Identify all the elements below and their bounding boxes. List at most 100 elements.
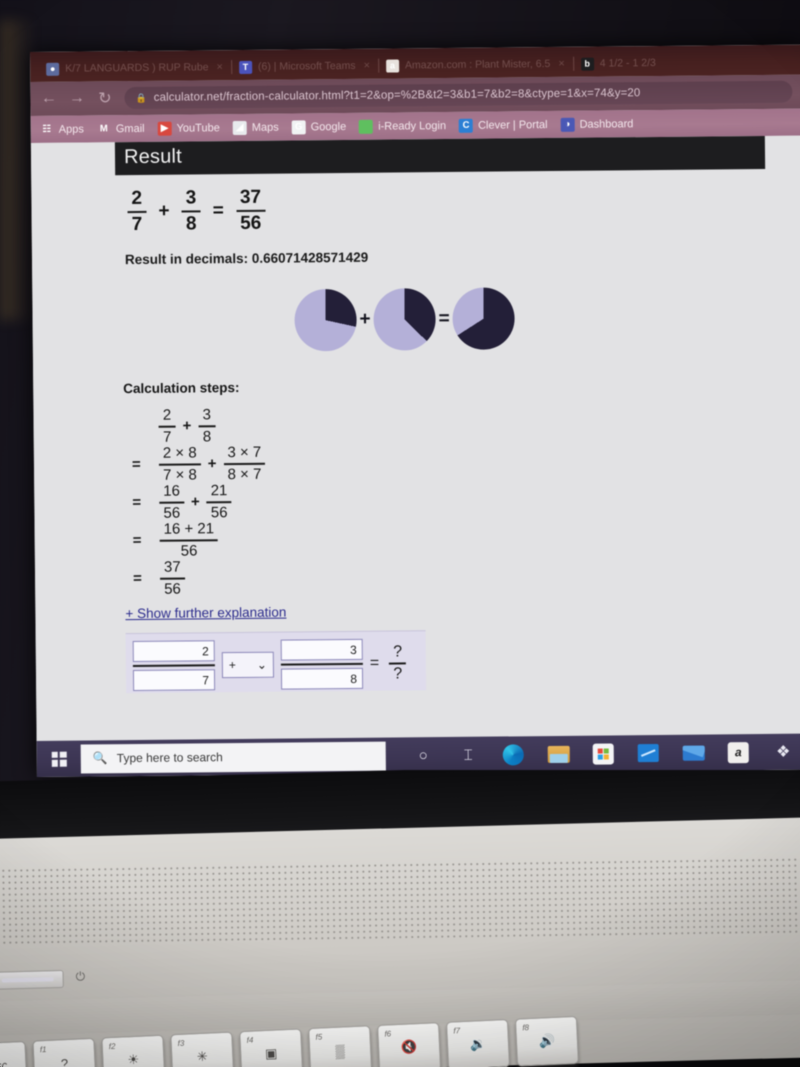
fn-label: f7 (453, 1026, 461, 1036)
search-icon: 🔍 (92, 751, 108, 766)
decimal-label: Result in decimals: (124, 250, 249, 267)
f5-key[interactable]: f5 ▒ (308, 1025, 373, 1067)
teams-icon: T (238, 60, 253, 74)
microsoft-store-icon[interactable] (592, 742, 615, 765)
fn-label: f4 (246, 1035, 254, 1045)
denominator: 7 (162, 428, 172, 446)
fraction-b: 3 8 (181, 187, 201, 235)
step-operator: + (190, 493, 200, 511)
task-view-icon[interactable]: ⌶ (457, 743, 480, 766)
close-icon[interactable]: × (364, 60, 371, 72)
fraction-bar (159, 501, 185, 504)
browser-tab[interactable]: b 4 1/2 - 1 2/3 (573, 50, 664, 77)
power-icon: ⏻ (75, 969, 86, 984)
bookmark-label: Apps (58, 122, 84, 136)
f3-key[interactable]: f3 ✳ (170, 1031, 235, 1067)
bing-icon: b (580, 57, 594, 71)
fraction-calculator-form: + ⌄ = ? ? (125, 630, 427, 693)
fraction-bar (206, 500, 232, 504)
numerator: 2 × 8 (162, 444, 197, 462)
bookmark-apps[interactable]: ☷ Apps (40, 122, 84, 136)
browser-tab[interactable]: ● K/7 LANGUARDS ) RUP Rube × (38, 54, 231, 82)
bookmark-iready[interactable]: i-Ready Login (359, 119, 446, 134)
denominator: 56 (180, 542, 198, 560)
fn-label: f1 (39, 1044, 47, 1055)
bookmark-dashboard[interactable]: ◑ Dashboard (560, 117, 633, 132)
step-lead: = (132, 570, 142, 588)
numerator: 37 (163, 558, 181, 576)
lock-icon: 🔒 (135, 92, 147, 103)
reload-button[interactable]: ↻ (96, 88, 113, 108)
operator-select[interactable]: + ⌄ (221, 652, 275, 679)
bookmark-clever[interactable]: C Clever | Portal (458, 118, 548, 133)
mail-icon[interactable] (682, 741, 705, 764)
step-row: = 2 × 8 7 × 8 + 3 × 7 8 × 7 (132, 440, 784, 484)
close-icon[interactable]: × (558, 58, 565, 70)
bookmark-youtube[interactable]: ▶ YouTube (157, 121, 220, 136)
denominator-1-input[interactable] (132, 669, 216, 692)
fraction-result: 37 56 (236, 187, 266, 234)
close-icon[interactable]: × (216, 61, 223, 73)
google-icon: G (291, 119, 306, 134)
cortana-icon[interactable]: ○ (412, 744, 435, 767)
denominator: 56 (240, 212, 262, 234)
browser-tab[interactable]: T (6) | Microsoft Teams × (231, 53, 378, 80)
bookmark-label: Maps (251, 121, 279, 134)
step-row: 2 7 + 3 8 (131, 402, 783, 446)
forward-button[interactable]: → (68, 89, 85, 107)
step-operator: + (207, 455, 217, 473)
power-button[interactable] (0, 969, 64, 990)
f7-key[interactable]: f7 🔉 (445, 1019, 511, 1067)
numerator-2-input[interactable] (280, 639, 363, 661)
dropbox-icon[interactable]: ❖ (772, 740, 795, 763)
laptop-body: hp ⏻ esc f1 ? f2 ☀ f3 ✳ (0, 770, 800, 1067)
step-row: = 37 56 (133, 554, 785, 598)
url-text: calculator.net/fraction-calculator.html?… (153, 87, 641, 104)
start-button[interactable] (37, 751, 81, 767)
volume-down-icon: 🔉 (469, 1036, 487, 1052)
esc-key[interactable]: esc (0, 1040, 28, 1067)
bookmark-gmail[interactable]: M Gmail (97, 121, 145, 135)
step-row: = 16 56 + 21 56 (132, 478, 784, 522)
dashboard-icon: ◑ (560, 117, 575, 132)
fraction-bar (160, 577, 185, 580)
maps-icon: ◢ (232, 120, 247, 135)
browser-tab[interactable]: a Amazon.com : Plant Mister, 6.5 × (378, 51, 573, 79)
globe-icon: ● (46, 62, 60, 76)
clever-icon: C (458, 118, 474, 133)
plus-operator: + (158, 200, 170, 222)
show-further-explanation-link[interactable]: + Show further explanation (125, 604, 286, 621)
bookmark-label: Google (310, 120, 347, 133)
bookmark-maps[interactable]: ◢ Maps (232, 120, 279, 135)
edge-icon[interactable] (502, 743, 525, 766)
f6-key[interactable]: f6 🔇 (377, 1022, 442, 1067)
fraction-bar (181, 210, 201, 213)
charts-app-icon[interactable] (637, 741, 660, 764)
f2-key[interactable]: f2 ☀ (101, 1034, 166, 1067)
numerator-1-input[interactable] (132, 640, 215, 663)
file-explorer-icon[interactable] (547, 742, 570, 765)
taskbar-icons: ○ ⌶ a ❖ (386, 740, 795, 767)
denominator-2-input[interactable] (280, 668, 364, 690)
apps-grid-icon: ☷ (42, 123, 52, 135)
chevron-down-icon: ⌄ (256, 658, 267, 673)
bookmark-google[interactable]: G Google (291, 119, 347, 134)
step-fraction-1: 2 × 8 7 × 8 (158, 444, 201, 484)
denominator: 8 (185, 213, 197, 235)
pie-plus-symbol: + (359, 308, 371, 330)
amazon-icon[interactable]: a (727, 741, 750, 764)
taskbar-search[interactable]: 🔍 Type here to search (80, 741, 386, 774)
address-bar[interactable]: 🔒 calculator.net/fraction-calculator.htm… (124, 80, 793, 110)
f4-key[interactable]: f4 ▣ (239, 1028, 304, 1067)
back-button[interactable]: ← (40, 90, 57, 108)
bookmark-label: Gmail (115, 122, 145, 135)
fn-label: f6 (384, 1029, 392, 1039)
tab-title: (6) | Microsoft Teams (257, 59, 356, 73)
fraction-bar (389, 662, 407, 665)
f1-key[interactable]: f1 ? (32, 1037, 97, 1067)
fraction-bar (158, 463, 201, 466)
f8-key[interactable]: f8 🔊 (514, 1015, 580, 1067)
step-fraction-2: 21 56 (206, 482, 232, 521)
laptop-screen: ● K/7 LANGUARDS ) RUP Rube × T (6) | Mic… (30, 44, 800, 777)
pie-equals-symbol: = (438, 307, 450, 329)
